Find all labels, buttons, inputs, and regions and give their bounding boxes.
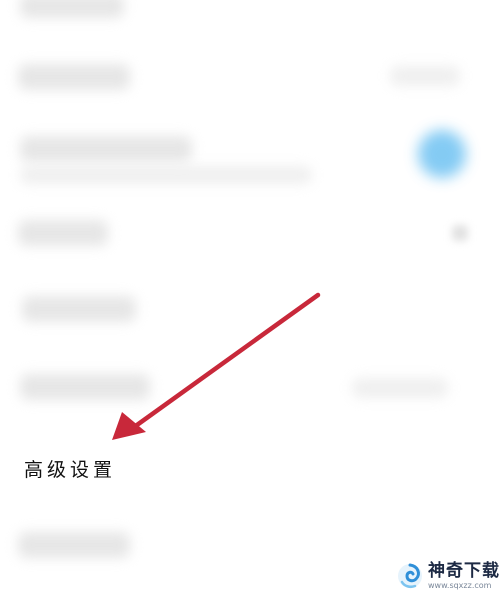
watermark-text: 神奇下载 www.sqxzz.com — [428, 560, 500, 590]
chevron-right-icon — [452, 225, 468, 241]
settings-list: 高级设置 — [0, 0, 500, 602]
watermark-url: www.sqxzz.com — [428, 580, 492, 590]
blurred-row-2-label — [20, 136, 192, 162]
blurred-row-4-label[interactable] — [22, 296, 136, 322]
advanced-settings-label[interactable]: 高级设置 — [24, 455, 116, 482]
watermark-title: 神奇下载 — [428, 560, 500, 581]
blurred-row-2-subtitle — [20, 166, 312, 184]
swirl-logo-icon — [398, 563, 422, 589]
blurred-row-0-label — [20, 0, 124, 18]
blurred-row-1-value — [390, 66, 460, 86]
watermark: 神奇下载 www.sqxzz.com — [396, 560, 500, 592]
toggle-switch[interactable] — [418, 130, 466, 178]
blurred-row-3-label[interactable] — [18, 220, 108, 246]
blurred-row-7-label[interactable] — [18, 532, 130, 558]
blurred-row-1-label[interactable] — [18, 64, 130, 90]
blurred-row-5-value — [352, 378, 448, 398]
blurred-row-5-label[interactable] — [20, 374, 150, 400]
